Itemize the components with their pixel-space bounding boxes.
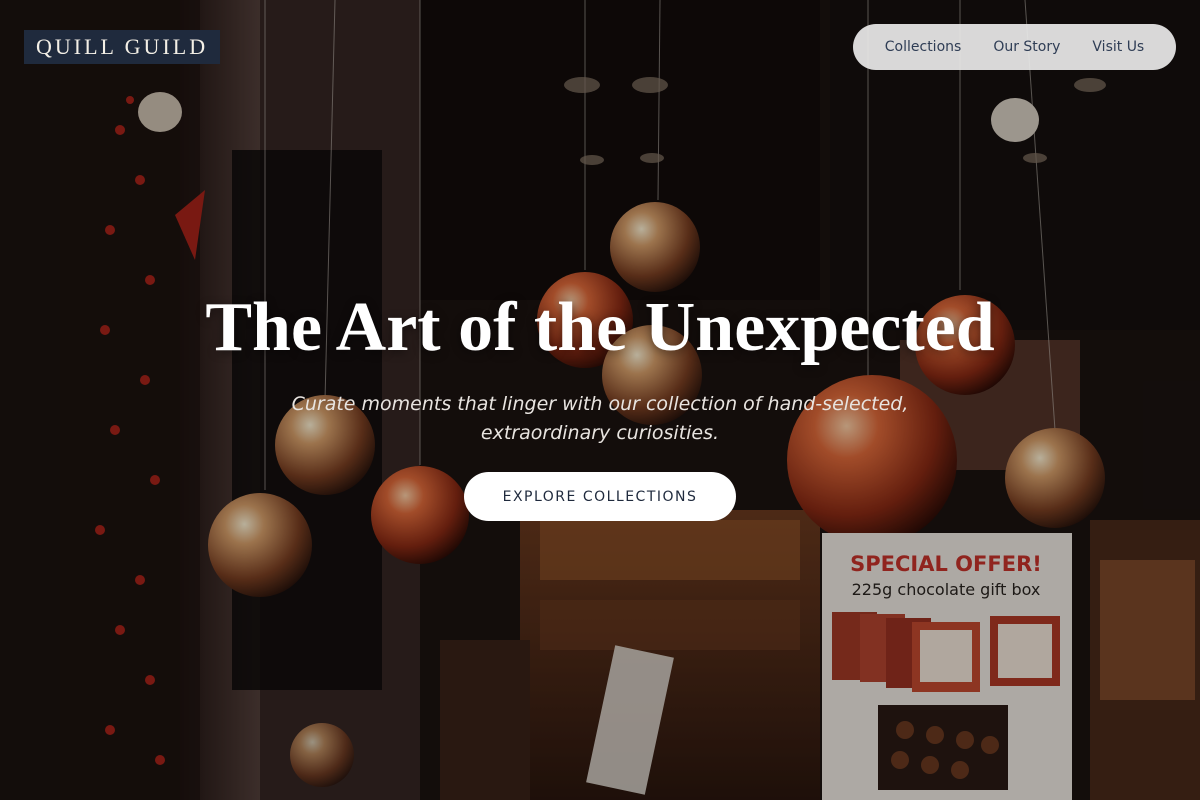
brand-logo[interactable]: QUILL GUILD (24, 30, 221, 64)
hero-section: SPECIAL OFFER! 225g chocolate gift box Q… (0, 0, 1200, 800)
nav-link-visit-us[interactable]: Visit Us (1092, 39, 1144, 55)
nav-link-collections[interactable]: Collections (885, 39, 962, 55)
hero-subtitle: Curate moments that linger with our coll… (0, 390, 1200, 448)
explore-collections-button[interactable]: EXPLORE COLLECTIONS (464, 472, 736, 521)
nav-link-our-story[interactable]: Our Story (993, 39, 1060, 55)
hero-subtitle-line-1: Curate moments that linger with our coll… (291, 393, 909, 415)
hero-title: The Art of the Unexpected (205, 289, 995, 366)
main-nav: Collections Our Story Visit Us (853, 24, 1176, 70)
hero-subtitle-line-2: extraordinary curiosities. (480, 422, 720, 444)
brand-name: QUILL GUILD (36, 34, 209, 59)
